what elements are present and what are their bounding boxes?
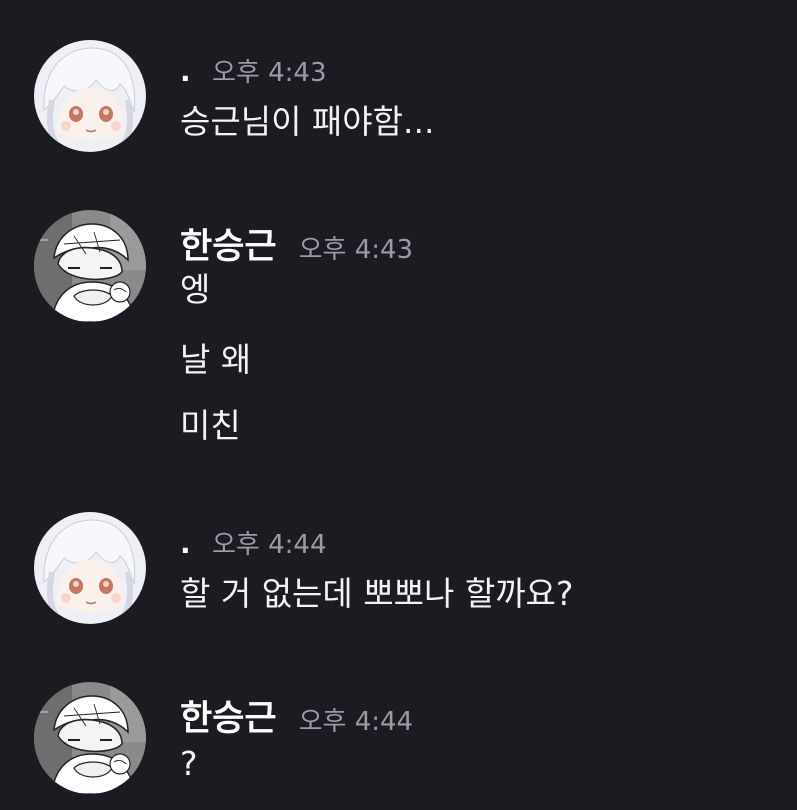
message-text: 할 거 없는데 뽀뽀나 할까요? [180, 574, 574, 613]
sketch-character-avatar-icon [34, 682, 146, 794]
white-hair-girl-avatar-icon [34, 512, 146, 624]
message-text: 엥 [180, 270, 211, 309]
avatar[interactable] [34, 512, 146, 624]
timestamp: 오후 4:44 [212, 530, 327, 560]
avatar[interactable] [34, 210, 146, 322]
username[interactable]: 한승근 [180, 218, 277, 269]
message-header: . 오후 4:43 [180, 52, 327, 92]
avatar[interactable] [34, 40, 146, 152]
timestamp: 오후 4:44 [298, 707, 414, 737]
sketch-character-avatar-icon [34, 210, 146, 322]
message-header: 한승근 오후 4:43 [180, 218, 413, 267]
message-text: ? [180, 744, 198, 783]
message-text: 날 왜 [180, 340, 252, 379]
username[interactable]: . [180, 55, 212, 88]
timestamp: 오후 4:43 [298, 235, 414, 265]
message-header: 한승근 오후 4:44 [180, 690, 413, 739]
username[interactable]: 한승근 [180, 690, 277, 741]
message-text: 미친 [180, 406, 241, 445]
white-hair-girl-avatar-icon [34, 40, 146, 152]
message-header: . 오후 4:44 [180, 524, 327, 564]
message-text: 승근님이 패야함... [180, 102, 435, 141]
timestamp: 오후 4:43 [212, 58, 327, 88]
username[interactable]: . [180, 527, 212, 560]
avatar[interactable] [34, 682, 146, 794]
